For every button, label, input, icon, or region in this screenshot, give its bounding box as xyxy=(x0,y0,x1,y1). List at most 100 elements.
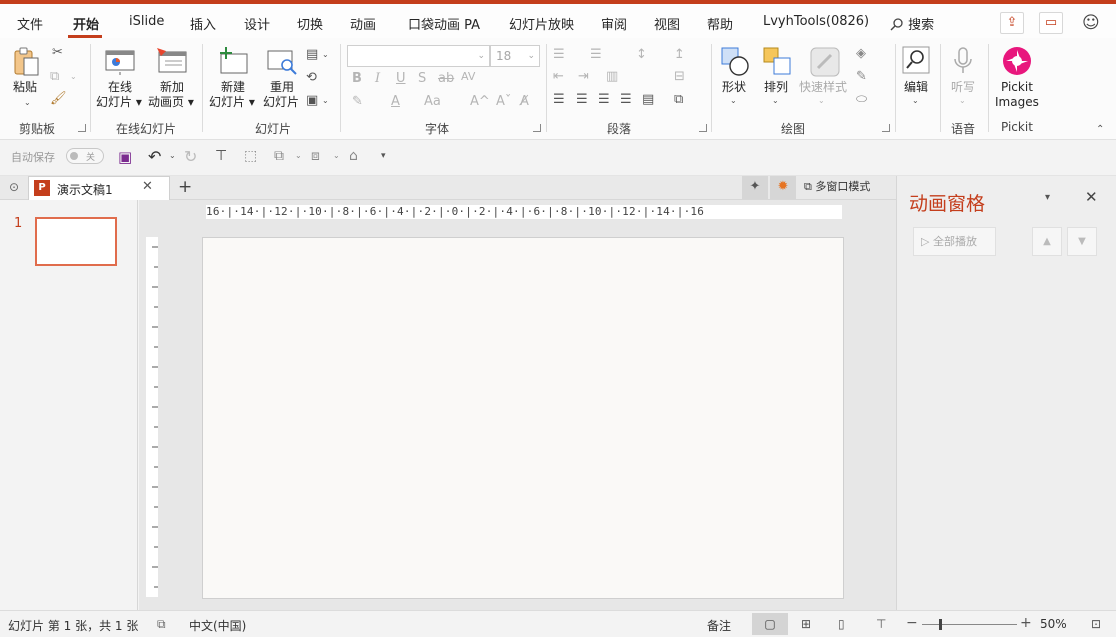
layout-icon[interactable]: ▤ xyxy=(306,47,318,63)
online-slide-label-1[interactable]: 在线 xyxy=(108,80,132,95)
drawing-launcher-icon[interactable] xyxy=(882,124,890,132)
pane-options-icon[interactable]: ▾ xyxy=(1045,192,1050,203)
copy-icon[interactable]: ⧉ xyxy=(50,69,59,85)
pickit-label-2[interactable]: Images xyxy=(995,95,1039,110)
png-export-icon[interactable]: ⌂ xyxy=(349,148,358,164)
shape-outline-icon[interactable]: ✎ xyxy=(856,69,867,85)
online-slide-button[interactable]: 幻灯片 ▾ xyxy=(96,95,142,110)
search-box[interactable]: 搜索 xyxy=(890,14,934,33)
zoom-level[interactable]: 50% xyxy=(1040,617,1067,631)
group-icon[interactable]: ⧉ xyxy=(274,148,284,164)
new-tab-icon[interactable]: + xyxy=(178,177,192,197)
undo-dropdown-icon[interactable]: ⌄ xyxy=(169,151,176,160)
font-launcher-icon[interactable] xyxy=(533,124,541,132)
font-size-combo[interactable]: 18 ⌄ xyxy=(490,45,540,67)
reuse-slides-label-2[interactable]: 幻灯片 xyxy=(263,95,299,110)
shape-effects-icon[interactable]: ⬭ xyxy=(856,92,867,108)
slide-canvas[interactable] xyxy=(202,237,844,599)
undo-icon[interactable]: ↶ xyxy=(148,147,161,166)
reuse-slides-label-1[interactable]: 重用 xyxy=(270,80,294,95)
smiley-feedback-icon[interactable]: ☺ xyxy=(1082,13,1100,33)
multi-window-button[interactable]: ⧉ 多窗口模式 xyxy=(798,176,896,199)
columns-icon[interactable]: ▥ xyxy=(606,69,618,85)
section-icon[interactable]: ▣ xyxy=(306,93,318,109)
add-animation-label-1[interactable]: 新加 xyxy=(160,80,184,95)
line-spacing-icon[interactable]: ↕ xyxy=(636,47,647,63)
paste-icon[interactable] xyxy=(12,46,42,78)
paste-button[interactable]: 粘贴 xyxy=(13,80,37,95)
add-animation-page-icon[interactable] xyxy=(156,46,188,76)
ungroup-dropdown-icon[interactable]: ⌄ xyxy=(333,151,340,160)
arrange-dropdown-icon[interactable]: ⌄ xyxy=(772,93,779,109)
shapes-icon[interactable] xyxy=(720,46,752,78)
slide-panel-toggle-icon[interactable]: ⊙ xyxy=(9,180,19,194)
tab-review[interactable]: 审阅 xyxy=(601,14,627,33)
align-right-icon[interactable]: ☰ xyxy=(598,92,610,108)
strikethrough-icon[interactable]: ab xyxy=(438,71,454,87)
add-animation-button[interactable]: 动画页 ▾ xyxy=(148,95,194,110)
clear-format-icon[interactable]: A̸ xyxy=(520,94,529,110)
underline-icon[interactable]: U xyxy=(396,71,406,87)
close-pane-icon[interactable]: ✕ xyxy=(1085,188,1098,206)
tab-slideshow[interactable]: 幻灯片放映 xyxy=(509,14,574,33)
smartart-icon[interactable]: ⧉ xyxy=(674,92,683,108)
bold-icon[interactable]: B xyxy=(352,71,362,87)
section-dropdown-icon[interactable]: ⌄ xyxy=(322,93,329,109)
tab-insert[interactable]: 插入 xyxy=(190,14,216,33)
autosave-toggle[interactable]: 关 xyxy=(66,148,104,164)
shadow-icon[interactable]: S xyxy=(418,71,426,87)
settings-gear-icon[interactable]: ✹ xyxy=(770,176,796,199)
bullets-icon[interactable]: ☰ xyxy=(553,47,565,63)
tab-view[interactable]: 视图 xyxy=(654,14,680,33)
arrange-icon[interactable] xyxy=(762,46,794,78)
save-icon[interactable]: ▣ xyxy=(118,148,132,166)
tab-pocket-animation[interactable]: 口袋动画 PA xyxy=(408,14,480,33)
slideshow-view-icon[interactable]: ⊤ xyxy=(876,617,886,631)
group-dropdown-icon[interactable]: ⌄ xyxy=(295,151,302,160)
quick-styles-dropdown-icon[interactable]: ⌄ xyxy=(818,93,825,109)
font-color-icon[interactable]: A xyxy=(391,94,400,110)
align-text-icon[interactable]: ⊟ xyxy=(674,69,685,85)
change-case-icon[interactable]: Aa xyxy=(424,94,441,110)
new-slide-button[interactable]: 幻灯片 ▾ xyxy=(209,95,255,110)
tab-home[interactable]: 开始 xyxy=(73,14,99,33)
font-name-combo[interactable]: ⌄ xyxy=(347,45,490,67)
move-up-icon[interactable]: ▲ xyxy=(1032,227,1062,256)
format-painter-icon[interactable]: 🖌 xyxy=(50,91,67,107)
find-icon[interactable] xyxy=(902,46,930,74)
notes-button[interactable]: 备注 xyxy=(707,617,731,634)
normal-view-icon[interactable]: ▢ xyxy=(752,613,788,635)
accessibility-icon[interactable]: ⧉ xyxy=(157,617,166,632)
shape-fill-icon[interactable]: ◈ xyxy=(856,46,866,62)
align-center-icon[interactable]: ☰ xyxy=(576,92,588,108)
italic-icon[interactable]: I xyxy=(375,71,380,87)
reset-icon[interactable]: ⟲ xyxy=(306,70,317,86)
copy-dropdown-icon[interactable]: ⌄ xyxy=(70,69,77,85)
redo-icon[interactable]: ↻ xyxy=(184,147,197,166)
slide-count-status[interactable]: 幻灯片 第 1 张，共 1 张 xyxy=(8,617,138,634)
zoom-in-icon[interactable]: + xyxy=(1020,615,1032,631)
align-left-icon[interactable]: ☰ xyxy=(553,92,565,108)
justify-icon[interactable]: ☰ xyxy=(620,92,632,108)
shapes-dropdown-icon[interactable]: ⌄ xyxy=(730,93,737,109)
new-slide-label-1[interactable]: 新建 xyxy=(221,80,245,95)
quick-styles-icon[interactable] xyxy=(809,46,841,78)
collapse-ribbon-icon[interactable]: ⌃ xyxy=(1096,122,1104,138)
close-tab-icon[interactable]: ✕ xyxy=(142,179,153,194)
share-icon[interactable]: ⇪ xyxy=(1000,12,1024,34)
zoom-slider-thumb[interactable] xyxy=(939,619,942,630)
document-tab[interactable]: P 演示文稿1 ✕ xyxy=(28,176,170,200)
tab-design[interactable]: 设计 xyxy=(244,14,270,33)
tab-file[interactable]: 文件 xyxy=(17,14,43,33)
pickit-label-1[interactable]: Pickit xyxy=(1001,80,1033,95)
ungroup-icon[interactable]: ⧈ xyxy=(311,148,320,164)
highlight-icon[interactable]: ✎ xyxy=(352,94,363,110)
move-down-icon[interactable]: ▼ xyxy=(1067,227,1097,256)
dictate-dropdown-icon[interactable]: ⌄ xyxy=(959,93,966,109)
zoom-out-icon[interactable]: − xyxy=(906,615,918,631)
grow-font-icon[interactable]: A^ xyxy=(470,94,490,110)
zoom-slider-track[interactable] xyxy=(922,624,1017,625)
char-spacing-icon[interactable]: AV xyxy=(461,69,475,85)
new-slide-icon[interactable] xyxy=(217,46,249,76)
edit-dropdown-icon[interactable]: ⌄ xyxy=(912,93,919,109)
